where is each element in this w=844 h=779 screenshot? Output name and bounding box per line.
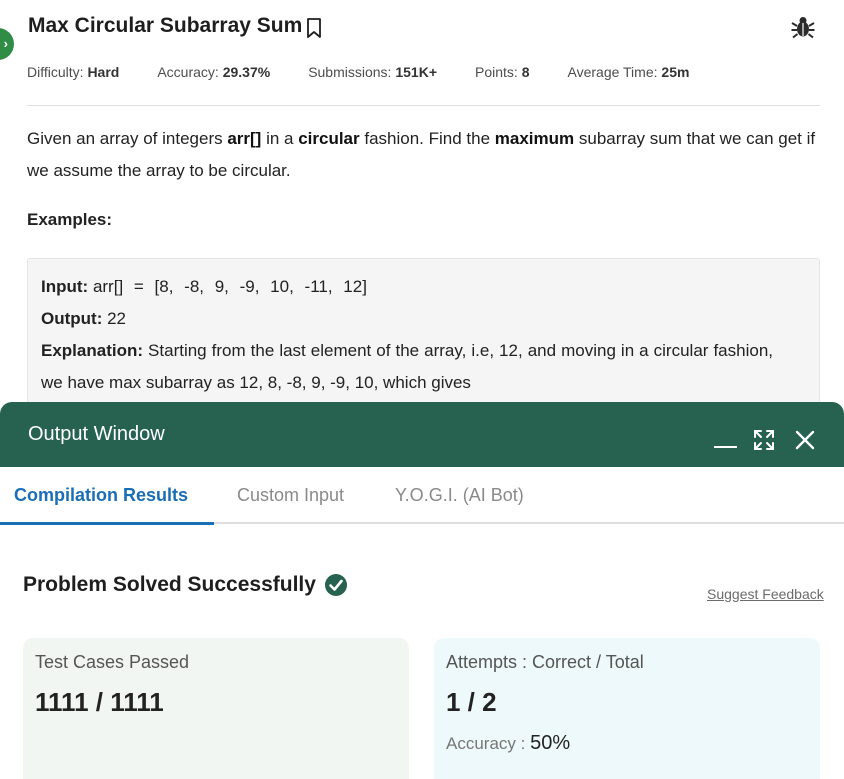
problem-meta: Difficulty: Hard Accuracy: 29.37% Submis… (27, 64, 727, 80)
side-panel-toggle[interactable]: › (0, 28, 14, 60)
expand-icon[interactable] (753, 429, 775, 451)
test-cases-card: Test Cases Passed 1111 / 1111 (23, 638, 409, 779)
test-cases-label: Test Cases Passed (35, 652, 190, 672)
example-output: Output: 22 (41, 309, 127, 328)
report-bug-icon[interactable] (790, 14, 816, 40)
result-status-text: Problem Solved Successfully (23, 573, 316, 596)
problem-header: Max Circular Subarray Sum (28, 14, 322, 38)
meta-average-time: Average Time: 25m (567, 64, 690, 80)
example-explanation: Explanation: Starting from the last elem… (41, 341, 773, 392)
example-input: Input: arr[] = [8, -8, 9, -9, 10, -11, 1… (41, 277, 367, 296)
suggest-feedback-link[interactable]: Suggest Feedback (707, 586, 824, 602)
tab-compilation-results[interactable]: Compilation Results (14, 485, 188, 506)
tab-custom-input[interactable]: Custom Input (237, 485, 344, 506)
chevron-right-icon: › (3, 36, 8, 51)
output-window-title: Output Window (28, 423, 165, 445)
tab-yogi-ai-bot[interactable]: Y.O.G.I. (AI Bot) (395, 485, 524, 506)
active-tab-indicator (0, 522, 214, 525)
problem-description: Given an array of integers arr[] in a ci… (27, 129, 816, 180)
meta-accuracy: Accuracy: 29.37% (157, 64, 271, 80)
close-icon[interactable] (794, 429, 816, 451)
attempts-label: Attempts : Correct / Total (446, 652, 644, 672)
accuracy-label: Accuracy : (446, 734, 526, 753)
examples-heading: Examples: (27, 210, 113, 229)
result-status: Problem Solved Successfully (23, 573, 348, 597)
example-box: Input: arr[] = [8, -8, 9, -9, 10, -11, 1… (27, 258, 820, 418)
test-cases-value: 1111 / 1111 (35, 687, 164, 717)
minimize-icon[interactable] (714, 446, 737, 448)
accuracy-value: 50% (530, 732, 571, 754)
attempts-card: Attempts : Correct / Total 1 / 2 Accurac… (434, 638, 820, 779)
accuracy-row: Accuracy : 50% (446, 732, 808, 755)
meta-difficulty: Difficulty: Hard (27, 64, 120, 80)
output-tabs: Compilation Results Custom Input Y.O.G.I… (0, 467, 844, 525)
meta-points: Points: 8 (475, 64, 530, 80)
output-window-header: Output Window (0, 402, 844, 467)
bookmark-icon[interactable] (306, 18, 322, 38)
attempts-value: 1 / 2 (446, 687, 497, 717)
header-divider (27, 105, 820, 106)
check-circle-icon (324, 574, 347, 596)
problem-title: Max Circular Subarray Sum (28, 14, 303, 37)
meta-submissions: Submissions: 151K+ (308, 64, 437, 80)
